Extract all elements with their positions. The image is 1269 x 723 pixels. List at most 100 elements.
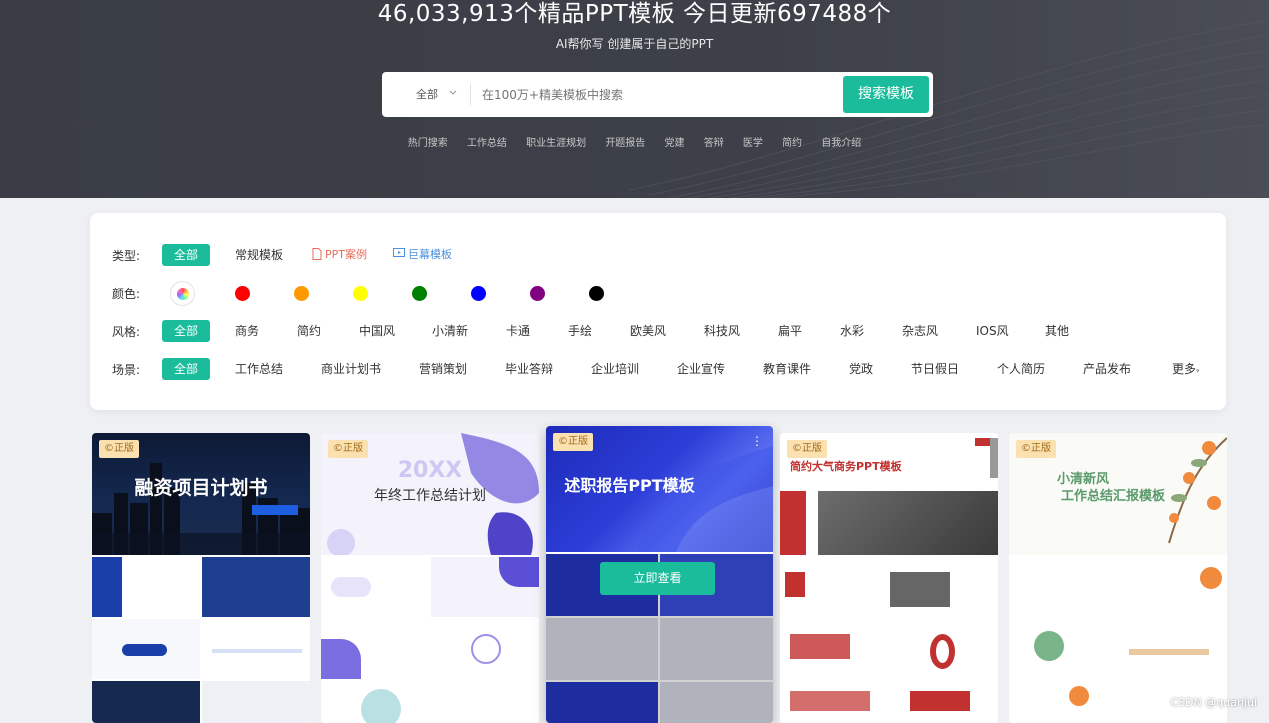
- color-swatch-orange[interactable]: [294, 286, 309, 301]
- search-category-select[interactable]: 全部: [416, 86, 438, 102]
- filter-style-item[interactable]: 其他: [1045, 320, 1069, 342]
- slide-thumbnail: [202, 557, 310, 617]
- filter-style-item[interactable]: 杂志风: [902, 320, 938, 342]
- slide-thumbnail: [1119, 619, 1227, 679]
- slide-thumbnail: [1009, 619, 1117, 679]
- filter-style-item[interactable]: 扁平: [778, 320, 802, 342]
- template-card[interactable]: ©正版 20XX 年终工作总结计划: [321, 433, 539, 723]
- slide-thumbnail: [321, 619, 429, 679]
- color-swatch-blue[interactable]: [471, 286, 486, 301]
- filter-scene-item[interactable]: 企业培训: [591, 358, 639, 380]
- filter-style-item[interactable]: 手绘: [568, 320, 592, 342]
- filter-label-type: 类型:: [112, 247, 140, 264]
- filter-scene-item[interactable]: 工作总结: [235, 358, 283, 380]
- filter-scene-more[interactable]: 更多▾: [1172, 358, 1200, 380]
- slide-thumbnail: [1119, 557, 1227, 617]
- hot-search-link[interactable]: 开题报告: [605, 138, 645, 149]
- filter-type-all[interactable]: 全部: [162, 244, 210, 266]
- hot-search-link[interactable]: 简约: [782, 138, 802, 149]
- hot-search-label: 热门搜索: [408, 138, 448, 149]
- filter-scene-item[interactable]: 产品发布: [1083, 358, 1131, 380]
- filter-scene-item[interactable]: 企业宣传: [677, 358, 725, 380]
- color-swatch-green[interactable]: [412, 286, 427, 301]
- hero-banner: 46,033,913个精品PPT模板 今日更新697488个 AI帮你写 创建属…: [0, 0, 1269, 198]
- slide-thumbnail: [780, 619, 888, 679]
- genuine-badge: ©正版: [99, 440, 139, 458]
- search-bar: 全部 搜索模板: [382, 72, 933, 117]
- filter-scene-item[interactable]: 个人简历: [997, 358, 1045, 380]
- hot-search-bar: 热门搜索 工作总结 职业生涯规划 开题报告 党建 答辩 医学 简约 自我介绍: [0, 134, 1269, 149]
- color-swatch-yellow[interactable]: [353, 286, 368, 301]
- slide-thumbnail: [431, 557, 539, 617]
- template-card[interactable]: ©正版 简约大气商务PPT模板: [780, 433, 998, 723]
- color-swatch-purple[interactable]: [530, 286, 545, 301]
- slide-thumbnail: [890, 619, 998, 679]
- color-swatch-black[interactable]: [589, 286, 604, 301]
- filter-style-item[interactable]: IOS风: [976, 320, 1009, 342]
- hot-search-link[interactable]: 医学: [743, 138, 763, 149]
- filter-type-ppt-case[interactable]: PPT案例: [312, 244, 367, 266]
- filter-panel: 类型: 全部 常规模板 PPT案例 巨幕模板 颜色: 风格: 全部 商务 简约 …: [90, 213, 1226, 410]
- filter-scene-item[interactable]: 全部: [162, 358, 210, 380]
- hero-subtitle[interactable]: AI帮你写 创建属于自己的PPT: [0, 35, 1269, 52]
- slide-thumbnail: [431, 619, 539, 679]
- filter-label-scene: 场景:: [112, 361, 140, 378]
- filter-scene-item[interactable]: 节日假日: [911, 358, 959, 380]
- search-input[interactable]: [482, 84, 832, 106]
- csdn-watermark: CSDN @quanjui: [1170, 696, 1257, 709]
- filter-style-item[interactable]: 科技风: [704, 320, 740, 342]
- filter-scene-item[interactable]: 教育课件: [763, 358, 811, 380]
- filter-style-item[interactable]: 小清新: [432, 320, 468, 342]
- hot-search-link[interactable]: 工作总结: [467, 138, 507, 149]
- genuine-badge: ©正版: [328, 440, 368, 458]
- template-title: 融资项目计划书: [92, 473, 310, 500]
- filter-label-style: 风格:: [112, 323, 140, 340]
- search-button[interactable]: 搜索模板: [843, 76, 929, 113]
- slide-thumbnail: [202, 619, 310, 679]
- hot-search-link[interactable]: 党建: [665, 138, 685, 149]
- hero-title: 46,033,913个精品PPT模板 今日更新697488个: [0, 0, 1269, 28]
- filter-scene-item[interactable]: 党政: [849, 358, 873, 380]
- filter-scene-item[interactable]: 毕业答辩: [505, 358, 553, 380]
- genuine-badge: ©正版: [787, 440, 827, 458]
- slide-thumbnail: [92, 557, 200, 617]
- filter-style-item[interactable]: 水彩: [840, 320, 864, 342]
- color-swatch-red[interactable]: [235, 286, 250, 301]
- filter-style-item[interactable]: 中国风: [359, 320, 395, 342]
- template-card[interactable]: ©正版 融资项目计划书: [92, 433, 310, 723]
- template-card-hovered[interactable]: ©正版 ⋮ 述职报告PPT模板 立即查看: [546, 426, 773, 723]
- template-card[interactable]: ©正版 小清新风 工作总结汇报模板: [1009, 433, 1227, 723]
- decorative-bar: [252, 505, 298, 515]
- slide-thumbnail: [890, 557, 998, 617]
- color-all-swatch[interactable]: [170, 281, 195, 306]
- slide-thumbnail: [92, 619, 200, 679]
- hot-search-link[interactable]: 答辩: [704, 138, 724, 149]
- filter-row-color: 颜色:: [112, 282, 1212, 304]
- chevron-down-icon: ▾: [1196, 367, 1200, 375]
- view-now-button[interactable]: 立即查看: [600, 562, 715, 595]
- genuine-badge: ©正版: [1016, 440, 1056, 458]
- more-options-icon[interactable]: ⋮: [751, 434, 763, 448]
- slide-thumbnail: [1009, 557, 1117, 617]
- hot-search-link[interactable]: 职业生涯规划: [526, 138, 586, 149]
- chevron-down-icon[interactable]: [448, 86, 458, 100]
- filter-row-scene: 场景: 全部 工作总结 商业计划书 营销策划 毕业答辩 企业培训 企业宣传 教育…: [112, 358, 1212, 380]
- filter-style-item[interactable]: 简约: [297, 320, 321, 342]
- filter-scene-item[interactable]: 营销策划: [419, 358, 467, 380]
- template-year: 20XX: [321, 458, 539, 483]
- slide-thumbnail: [780, 557, 888, 617]
- template-title: 年终工作总结计划: [321, 485, 539, 505]
- document-icon: [312, 248, 322, 260]
- filter-style-item[interactable]: 卡通: [506, 320, 530, 342]
- filter-type-giant[interactable]: 巨幕模板: [393, 244, 452, 266]
- slide-thumbnail: [321, 557, 429, 617]
- filter-style-item[interactable]: 全部: [162, 320, 210, 342]
- screen-icon: [393, 248, 405, 259]
- filter-style-item[interactable]: 欧美风: [630, 320, 666, 342]
- filter-style-item[interactable]: 商务: [235, 320, 259, 342]
- filter-row-style: 风格: 全部 商务 简约 中国风 小清新 卡通 手绘 欧美风 科技风 扁平 水彩…: [112, 320, 1212, 342]
- template-title: 简约大气商务PPT模板: [790, 458, 998, 474]
- filter-type-regular[interactable]: 常规模板: [235, 244, 283, 266]
- hot-search-link[interactable]: 自我介绍: [821, 138, 861, 149]
- filter-scene-item[interactable]: 商业计划书: [321, 358, 381, 380]
